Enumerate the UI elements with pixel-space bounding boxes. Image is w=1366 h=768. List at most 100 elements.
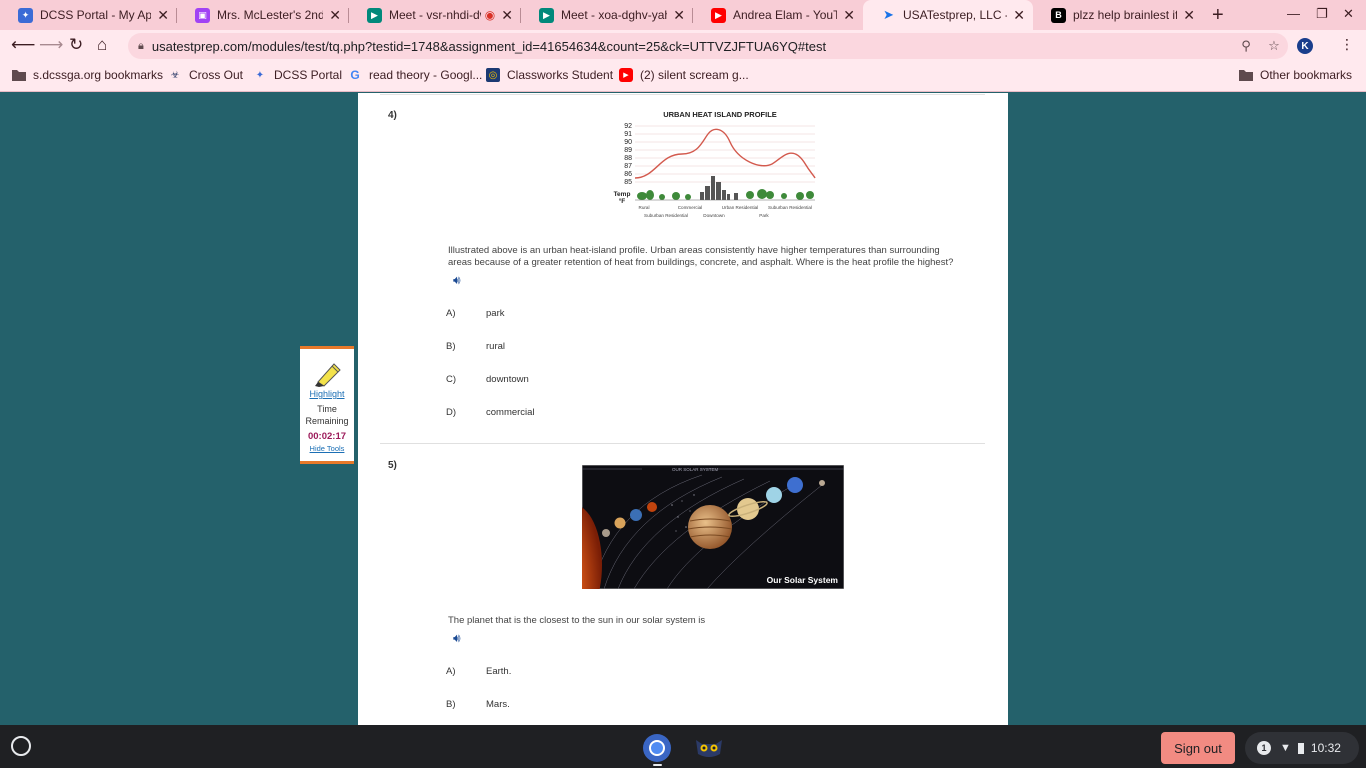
tab-title: Andrea Elam - YouTub bbox=[733, 8, 838, 22]
highlighter-icon[interactable] bbox=[300, 358, 354, 388]
tab-usatestprep[interactable]: ➤ USATestprep, LLC - Onli ✕ bbox=[863, 0, 1033, 30]
answer-choice[interactable]: A) park bbox=[446, 308, 504, 319]
url-text: usatestprep.com/modules/test/tq.php?test… bbox=[151, 38, 827, 54]
browser-toolbar: ⟵ ⟶ ↻ ⌂ 🔒︎ usatestprep.com/modules/test/… bbox=[0, 30, 1366, 62]
zone-label: Rural bbox=[639, 205, 650, 210]
question-text: The planet that is the closest to the su… bbox=[448, 615, 706, 626]
google-icon: G bbox=[350, 68, 360, 82]
hide-tools-link[interactable]: Hide Tools bbox=[300, 444, 354, 453]
address-bar[interactable]: 🔒︎ usatestprep.com/modules/test/tq.php?t… bbox=[128, 33, 1288, 59]
tick-label: 87 bbox=[624, 163, 632, 170]
sign-out-button[interactable]: Sign out bbox=[1161, 732, 1235, 764]
back-icon[interactable]: ⟵ bbox=[11, 35, 35, 55]
dcss-portal-icon: ✦ bbox=[18, 7, 33, 23]
bookmark-item[interactable]: ✦ DCSS Portal bbox=[253, 68, 342, 82]
planet-mercury bbox=[602, 529, 610, 537]
speaker-icon[interactable]: 🔊︎ bbox=[453, 631, 461, 646]
close-icon[interactable]: ✕ bbox=[1183, 7, 1195, 24]
figure-title: OUR SOLAR SYSTEM bbox=[672, 467, 719, 472]
tab-dcss-portal[interactable]: ✦ DCSS Portal - My Apps ✕ bbox=[0, 0, 177, 30]
choice-letter: D) bbox=[446, 407, 457, 418]
recording-icon: ◉ bbox=[484, 8, 496, 22]
zoom-icon[interactable]: ⚲ bbox=[1232, 38, 1260, 54]
forward-icon[interactable]: ⟶ bbox=[39, 35, 63, 55]
other-bookmarks[interactable]: Other bookmarks bbox=[1239, 68, 1352, 82]
bookmark-item[interactable]: ◎ Classworks Student bbox=[486, 68, 613, 82]
bookmark-item[interactable]: G read theory - Googl... bbox=[348, 68, 482, 82]
tab-title: USATestprep, LLC - Onli bbox=[903, 8, 1007, 22]
tab-title: DCSS Portal - My Apps bbox=[40, 8, 152, 22]
youtube-icon: ▶ bbox=[619, 68, 633, 82]
axis-label: Temp bbox=[614, 191, 631, 198]
tab-youtube[interactable]: ▶ Andrea Elam - YouTub ✕ bbox=[693, 0, 863, 30]
planet-uranus bbox=[766, 487, 782, 503]
answer-choice[interactable]: C) downtown bbox=[446, 374, 529, 385]
bookmark-label: s.dcssga.org bookmarks bbox=[33, 68, 164, 82]
tab-meet-1[interactable]: ▶ Meet - vsr-nhdi-dwf ◉ ✕ bbox=[349, 0, 521, 30]
restore-icon[interactable]: ❐ bbox=[1316, 6, 1328, 22]
close-icon[interactable]: ✕ bbox=[843, 7, 855, 24]
close-icon[interactable]: ✕ bbox=[157, 7, 169, 24]
owl-app-icon[interactable] bbox=[694, 736, 724, 758]
running-indicator bbox=[653, 764, 662, 766]
tab-title: plzz help brainlest if yo bbox=[1073, 8, 1178, 22]
choice-text: downtown bbox=[486, 374, 529, 385]
highlight-link[interactable]: Highlight bbox=[300, 389, 354, 399]
classworks-icon: ◎ bbox=[486, 68, 500, 82]
tab-classroom[interactable]: ▣ Mrs. McLester's 2nd Pe ✕ bbox=[177, 0, 349, 30]
dcss-portal-icon: ✦ bbox=[255, 69, 265, 81]
tab-title: Meet - xoa-dghv-yah bbox=[561, 8, 668, 22]
bookmark-label: Other bookmarks bbox=[1260, 68, 1353, 82]
bookmark-item[interactable]: s.dcssga.org bookmarks bbox=[12, 68, 163, 82]
planet-pluto bbox=[819, 480, 825, 486]
bookmark-item[interactable]: ☣ Cross Out bbox=[168, 68, 244, 82]
zone-label: Downtown bbox=[703, 213, 725, 218]
youtube-icon: ▶ bbox=[711, 7, 726, 23]
tab-brainly[interactable]: B plzz help brainlest if yo ✕ bbox=[1033, 0, 1203, 30]
bookmark-label: (2) silent scream g... bbox=[640, 68, 749, 82]
clock: 10:32 bbox=[1310, 741, 1341, 755]
meet-icon: ▶ bbox=[539, 7, 554, 23]
answer-choice[interactable]: D) commercial bbox=[446, 407, 535, 418]
close-icon[interactable]: ✕ bbox=[673, 7, 685, 24]
answer-choice[interactable]: A) Earth. bbox=[446, 666, 511, 677]
profile-avatar[interactable]: K bbox=[1297, 38, 1313, 54]
crossout-icon: ☣ bbox=[170, 69, 180, 81]
status-tray[interactable]: 1 ▼ 10:32 bbox=[1245, 732, 1359, 764]
zone-labels: Rural Commercial Urban Residential Subur… bbox=[639, 205, 812, 218]
answer-choice[interactable]: B) rural bbox=[446, 341, 505, 352]
choice-letter: B) bbox=[446, 341, 456, 352]
close-icon[interactable]: ✕ bbox=[329, 7, 341, 24]
question-divider bbox=[380, 443, 985, 444]
answer-choice[interactable]: B) Mars. bbox=[446, 699, 510, 710]
lock-icon: 🔒︎ bbox=[138, 39, 144, 52]
tick-label: 91 bbox=[624, 131, 632, 138]
home-icon[interactable]: ⌂ bbox=[97, 35, 107, 55]
tick-label: 85 bbox=[624, 179, 632, 186]
close-icon[interactable]: ✕ bbox=[501, 7, 513, 24]
temperature-curve bbox=[634, 128, 816, 179]
tab-title: Mrs. McLester's 2nd Pe bbox=[217, 8, 324, 22]
close-window-icon[interactable]: ✕ bbox=[1343, 6, 1354, 22]
tools-panel: Highlight Time Remaining 00:02:17 Hide T… bbox=[300, 346, 354, 464]
new-tab-button[interactable]: + bbox=[1212, 4, 1224, 27]
close-icon[interactable]: ✕ bbox=[1013, 7, 1025, 24]
minimize-icon[interactable]: — bbox=[1287, 6, 1300, 21]
menu-icon[interactable]: ⋮ bbox=[1340, 36, 1354, 53]
time-label-line: Time bbox=[317, 404, 337, 414]
tab-meet-2[interactable]: ▶ Meet - xoa-dghv-yah ✕ bbox=[521, 0, 693, 30]
time-label-line: Remaining bbox=[305, 416, 349, 426]
tab-strip: ✦ DCSS Portal - My Apps ✕ ▣ Mrs. McLeste… bbox=[0, 0, 1366, 30]
chrome-icon[interactable] bbox=[642, 733, 672, 763]
reload-icon[interactable]: ↻ bbox=[69, 35, 83, 55]
speaker-icon[interactable]: 🔊︎ bbox=[453, 273, 461, 288]
choice-letter: B) bbox=[446, 699, 456, 710]
bookmarks-bar: s.dcssga.org bookmarks ☣ Cross Out ✦ DCS… bbox=[0, 62, 1366, 92]
bookmark-item[interactable]: ▶ (2) silent scream g... bbox=[619, 68, 749, 82]
choice-text: Earth. bbox=[486, 666, 512, 677]
launcher-icon[interactable] bbox=[11, 736, 31, 756]
figure-caption: Our Solar System bbox=[767, 575, 839, 585]
star-icon[interactable]: ☆ bbox=[1260, 38, 1288, 54]
tick-label: 92 bbox=[624, 123, 632, 130]
wifi-icon: ▼ bbox=[1280, 742, 1291, 754]
